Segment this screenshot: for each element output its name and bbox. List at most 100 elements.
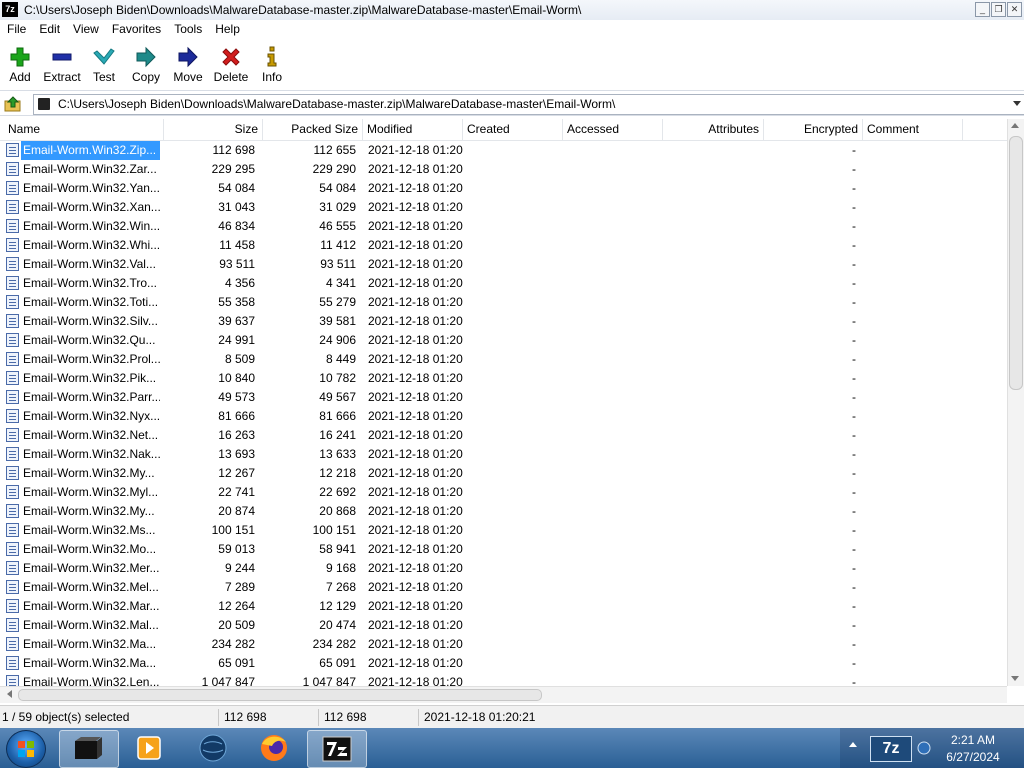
menu-edit[interactable]: Edit [32, 20, 66, 39]
tray-expand-icon[interactable] [848, 738, 858, 752]
table-row[interactable]: Email-Worm.Win32.Win... 46 834 46 555 2021-… [0, 217, 1007, 236]
table-row[interactable]: Email-Worm.Win32.Mar... 12 264 12 129 2021-… [0, 597, 1007, 616]
file-encrypted: - [852, 428, 856, 442]
vertical-scroll-thumb[interactable] [1009, 136, 1023, 390]
column-packed-size[interactable]: Packed Size [263, 119, 363, 140]
file-size: 13 693 [218, 447, 255, 461]
table-row[interactable]: Email-Worm.Win32.Nyx... 81 666 81 666 2021-… [0, 407, 1007, 426]
column-size[interactable]: Size [164, 119, 263, 140]
chevron-down-icon[interactable] [1013, 101, 1021, 106]
table-row[interactable]: Email-Worm.Win32.Nak... 13 693 13 633 2021-… [0, 445, 1007, 464]
folder-up-icon[interactable] [4, 95, 22, 113]
copy-label: Copy [131, 70, 160, 84]
column-comment[interactable]: Comment [863, 119, 963, 140]
taskbar-globe[interactable] [184, 730, 242, 766]
column-encrypted[interactable]: Encrypted [764, 119, 863, 140]
status-divider [218, 709, 219, 726]
test-button[interactable]: Test [82, 44, 126, 84]
scroll-up-arrow-icon[interactable] [1011, 123, 1019, 128]
table-row[interactable]: Email-Worm.Win32.Net... 16 263 16 241 2021-… [0, 426, 1007, 445]
table-row[interactable]: Email-Worm.Win32.Prol... 8 509 8 449 2021-1… [0, 350, 1007, 369]
tray-7zip-icon[interactable]: 7z [870, 736, 912, 762]
taskbar-terminal[interactable] [59, 730, 119, 768]
column-modified[interactable]: Modified [363, 119, 463, 140]
column-accessed[interactable]: Accessed [563, 119, 663, 140]
file-packed-size: 20 474 [319, 618, 356, 632]
taskbar-media-player[interactable] [120, 730, 178, 766]
file-size: 93 511 [219, 257, 255, 271]
table-row[interactable]: Email-Worm.Win32.Toti... 55 358 55 279 2021… [0, 293, 1007, 312]
table-row[interactable]: Email-Worm.Win32.My... 20 874 20 868 2021-1… [0, 502, 1007, 521]
clock-time[interactable]: 2:21 AM [938, 733, 1008, 747]
terminal-icon [75, 737, 102, 759]
close-button[interactable]: ✕ [1007, 2, 1022, 17]
menu-help[interactable]: Help [208, 20, 246, 39]
table-row[interactable]: Email-Worm.Win32.Whi... 11 458 11 412 2021-… [0, 236, 1007, 255]
table-row[interactable]: Email-Worm.Win32.Len... 1 047 847 1 047 84… [0, 673, 1007, 686]
menu-file[interactable]: File [0, 20, 32, 39]
table-row[interactable]: Email-Worm.Win32.Mal... 20 509 20 474 2021-… [0, 616, 1007, 635]
minimize-button[interactable]: _ [975, 2, 990, 17]
scroll-down-arrow-icon[interactable] [1011, 676, 1019, 681]
copy-button[interactable]: Copy [124, 44, 168, 84]
table-row[interactable]: Email-Worm.Win32.Val... 93 511 93 511 2021-… [0, 255, 1007, 274]
table-row[interactable]: Email-Worm.Win32.Mer... 9 244 9 168 2021-12… [0, 559, 1007, 578]
file-packed-size: 54 084 [319, 181, 356, 195]
file-name: Email-Worm.Win32.Len... [23, 675, 160, 686]
copy-arrow-icon [136, 46, 156, 68]
table-row[interactable]: Email-Worm.Win32.Qu... 24 991 24 906 2021-1… [0, 331, 1007, 350]
extract-button[interactable]: Extract [40, 44, 84, 84]
column-created[interactable]: Created [463, 119, 563, 140]
table-row[interactable]: Email-Worm.Win32.Ms... 100 151 100 151 2021… [0, 521, 1007, 540]
maximize-button[interactable]: ❐ [991, 2, 1006, 17]
table-row[interactable]: Email-Worm.Win32.Myl... 22 741 22 692 2021-… [0, 483, 1007, 502]
menu-view[interactable]: View [66, 20, 105, 39]
column-attributes[interactable]: Attributes [663, 119, 764, 140]
table-row[interactable]: Email-Worm.Win32.Ma... 234 282 234 282 2021… [0, 635, 1007, 654]
file-packed-size: 229 290 [312, 162, 356, 176]
file-name: Email-Worm.Win32.Ma... [23, 656, 157, 670]
add-button[interactable]: Add [0, 44, 42, 84]
7zip-app-icon[interactable]: 7z [2, 2, 18, 17]
table-row[interactable]: Email-Worm.Win32.Mo... 59 013 58 941 2021-1… [0, 540, 1007, 559]
file-name: Email-Worm.Win32.Toti... [23, 295, 159, 309]
taskbar-7zip[interactable] [307, 730, 367, 768]
table-row[interactable]: Email-Worm.Win32.Silv... 39 637 39 581 2021… [0, 312, 1007, 331]
horizontal-scroll-thumb[interactable] [18, 689, 542, 701]
file-modified: 2021-12-18 01:20 [368, 162, 463, 176]
table-row[interactable]: Email-Worm.Win32.Pik... 10 840 10 782 2021-… [0, 369, 1007, 388]
column-name[interactable]: Name [4, 119, 164, 140]
table-row[interactable]: Email-Worm.Win32.Xan... 31 043 31 029 2021-… [0, 198, 1007, 217]
file-name: Email-Worm.Win32.Win... [23, 219, 160, 233]
table-row[interactable]: Email-Worm.Win32.Mel... 7 289 7 268 2021-12… [0, 578, 1007, 597]
file-modified: 2021-12-18 01:20 [368, 656, 463, 670]
table-row[interactable]: Email-Worm.Win32.Ma... 65 091 65 091 2021-1… [0, 654, 1007, 673]
delete-x-icon [222, 48, 240, 66]
file-packed-size: 12 218 [319, 466, 356, 480]
delete-button[interactable]: Delete [209, 44, 253, 84]
scroll-left-arrow-icon[interactable] [7, 690, 12, 698]
file-modified: 2021-12-18 01:20 [368, 238, 463, 252]
file-icon [6, 409, 19, 423]
move-button[interactable]: Move [166, 44, 210, 84]
file-icon [6, 561, 19, 575]
clock-date[interactable]: 6/27/2024 [938, 750, 1008, 764]
file-encrypted: - [852, 618, 856, 632]
menu-favorites[interactable]: Favorites [105, 20, 167, 39]
path-text: C:\Users\Joseph Biden\Downloads\MalwareD… [58, 97, 616, 111]
table-row[interactable]: Email-Worm.Win32.Parr... 49 573 49 567 2021… [0, 388, 1007, 407]
file-encrypted: - [852, 352, 856, 366]
info-button[interactable]: Info [250, 44, 294, 84]
table-row[interactable]: Email-Worm.Win32.Zip... 112 698 112 655 202… [0, 141, 1007, 160]
path-input[interactable]: C:\Users\Joseph Biden\Downloads\MalwareD… [33, 94, 1024, 115]
menu-tools[interactable]: Tools [167, 20, 208, 39]
file-packed-size: 9 168 [325, 561, 356, 575]
table-row[interactable]: Email-Worm.Win32.My... 12 267 12 218 2021-1… [0, 464, 1007, 483]
table-row[interactable]: Email-Worm.Win32.Tro... 4 356 4 341 2021-12… [0, 274, 1007, 293]
network-icon[interactable] [916, 740, 932, 756]
table-row[interactable]: Email-Worm.Win32.Zar... 229 295 229 290 202… [0, 160, 1007, 179]
start-orb[interactable] [6, 730, 46, 768]
file-name: Email-Worm.Win32.Ma... [23, 637, 157, 651]
taskbar-firefox[interactable] [245, 730, 303, 766]
table-row[interactable]: Email-Worm.Win32.Yan... 54 084 54 084 2021-… [0, 179, 1007, 198]
